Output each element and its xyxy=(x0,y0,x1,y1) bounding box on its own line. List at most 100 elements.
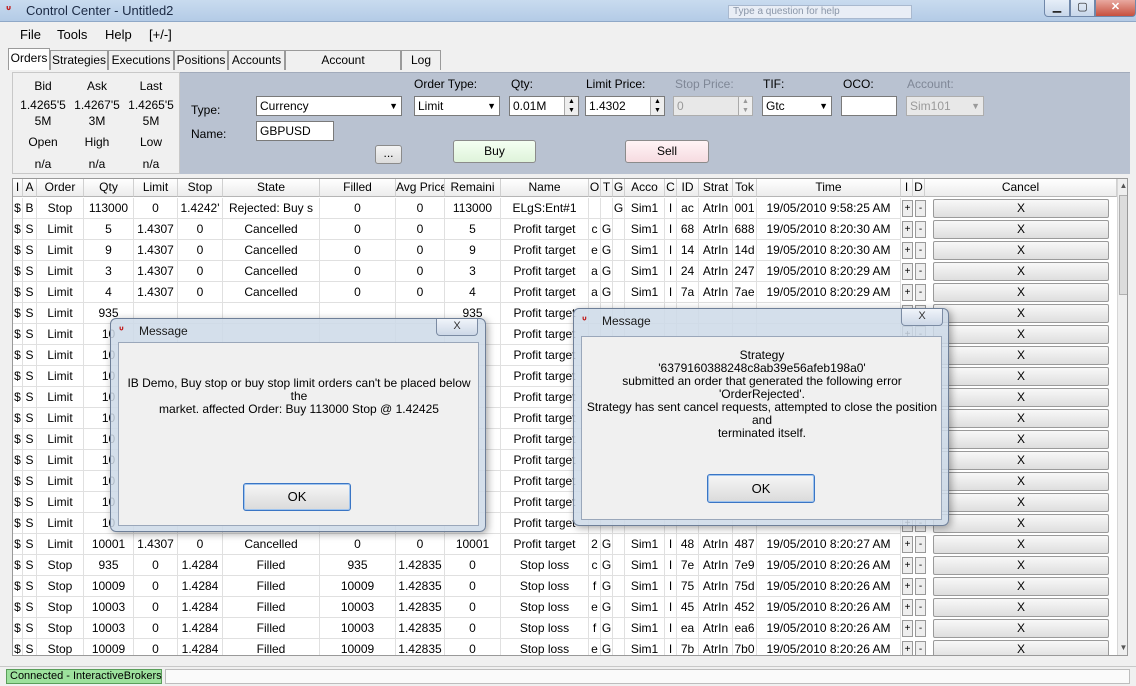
column-header[interactable]: Cancel xyxy=(925,179,1117,197)
cancel-order-button[interactable]: X xyxy=(933,598,1109,617)
menu-expand-toggle[interactable]: [+/-] xyxy=(149,27,172,42)
decrease-button[interactable]: - xyxy=(915,263,926,280)
column-header[interactable]: O xyxy=(589,179,601,197)
column-header[interactable]: State xyxy=(223,179,320,197)
cancel-order-button[interactable]: X xyxy=(933,619,1109,638)
menu-file[interactable]: File xyxy=(20,27,41,42)
increase-button[interactable]: + xyxy=(902,557,913,574)
cancel-order-button[interactable]: X xyxy=(933,409,1109,428)
table-row[interactable]: $ S Stop 10003 0 1.4284 Filled 10003 1.42835 0 Sto… xyxy=(13,618,1117,639)
column-header[interactable]: I xyxy=(13,179,23,197)
table-row[interactable]: $ S Stop 10009 0 1.4284 Filled 10009 1.42835 0 Sto… xyxy=(13,639,1117,655)
increase-button[interactable]: + xyxy=(902,242,913,259)
tif-select[interactable]: Gtc ▼ xyxy=(762,96,832,116)
column-header[interactable]: T xyxy=(601,179,613,197)
cancel-order-button[interactable]: X xyxy=(933,220,1109,239)
column-header[interactable]: Acco xyxy=(625,179,665,197)
decrease-button[interactable]: - xyxy=(915,599,926,616)
ok-button[interactable]: OK xyxy=(707,474,815,503)
table-row[interactable]: $ S Stop 10009 0 1.4284 Filled 10009 1.42835 0 Sto… xyxy=(13,576,1117,597)
menu-tools[interactable]: Tools xyxy=(57,27,87,42)
column-header[interactable]: Order xyxy=(37,179,84,197)
grid-vertical-scrollbar[interactable]: ▲ ▼ xyxy=(1117,179,1127,655)
cancel-order-button[interactable]: X xyxy=(933,325,1109,344)
ok-button[interactable]: OK xyxy=(243,483,351,511)
cancel-order-button[interactable]: X xyxy=(933,640,1109,655)
increase-button[interactable]: + xyxy=(902,284,913,301)
decrease-button[interactable]: - xyxy=(915,221,926,238)
decrease-button[interactable]: - xyxy=(915,557,926,574)
column-header[interactable]: I xyxy=(901,179,913,197)
table-row[interactable]: $ B Stop 113000 0 1.4242' Rejected: Buy s 0 0 113… xyxy=(13,198,1117,219)
table-row[interactable]: $ S Limit 5 1.4307 0 Cancelled 0 0 5 Profit target… xyxy=(13,219,1117,240)
column-header[interactable]: Stop xyxy=(178,179,223,197)
increase-button[interactable]: + xyxy=(902,263,913,280)
cancel-order-button[interactable]: X xyxy=(933,535,1109,554)
column-header[interactable]: C xyxy=(665,179,677,197)
column-header[interactable]: Name xyxy=(501,179,589,197)
column-header[interactable]: Tok xyxy=(733,179,757,197)
buy-button[interactable]: Buy xyxy=(453,140,536,163)
instrument-picker-button[interactable]: ... xyxy=(375,145,402,164)
column-header[interactable]: G xyxy=(613,179,625,197)
tab-accounts[interactable]: Accounts xyxy=(228,50,285,70)
cancel-order-button[interactable]: X xyxy=(933,556,1109,575)
increase-button[interactable]: + xyxy=(902,620,913,637)
table-row[interactable]: $ S Limit 3 1.4307 0 Cancelled 0 0 3 Profit target… xyxy=(13,261,1117,282)
increase-button[interactable]: + xyxy=(902,641,913,655)
type-select[interactable]: Currency ▼ xyxy=(256,96,402,116)
minimize-button[interactable]: ▁ xyxy=(1044,0,1070,17)
column-header[interactable]: Time xyxy=(757,179,901,197)
dialog-close-button[interactable]: X xyxy=(436,319,478,336)
oco-input[interactable] xyxy=(841,96,897,116)
column-header[interactable]: Qty xyxy=(84,179,134,197)
cancel-order-button[interactable]: X xyxy=(933,346,1109,365)
close-button[interactable]: ✕ xyxy=(1095,0,1136,17)
spin-arrows-icon[interactable]: ▲ ▼ xyxy=(650,97,664,115)
cancel-order-button[interactable]: X xyxy=(933,262,1109,281)
tab-strategies[interactable]: Strategies xyxy=(50,50,108,70)
name-input[interactable]: GBPUSD xyxy=(256,121,334,141)
cancel-order-button[interactable]: X xyxy=(933,241,1109,260)
cancel-order-button[interactable]: X xyxy=(933,367,1109,386)
table-row[interactable]: $ S Stop 935 0 1.4284 Filled 935 1.42835 0 Stop lo… xyxy=(13,555,1117,576)
tab-log[interactable]: Log xyxy=(401,50,441,70)
increase-button[interactable]: + xyxy=(902,536,913,553)
increase-button[interactable]: + xyxy=(902,221,913,238)
column-header[interactable]: Strat xyxy=(699,179,733,197)
cancel-order-button[interactable]: X xyxy=(933,514,1109,533)
tab-orders[interactable]: Orders xyxy=(8,48,50,70)
decrease-button[interactable]: - xyxy=(915,536,926,553)
help-search-input[interactable]: Type a question for help xyxy=(728,5,912,19)
decrease-button[interactable]: - xyxy=(915,641,926,655)
maximize-button[interactable]: ▢ xyxy=(1070,0,1095,17)
cancel-order-button[interactable]: X xyxy=(933,430,1109,449)
column-header[interactable]: ID xyxy=(677,179,699,197)
spin-arrows-icon[interactable]: ▲ ▼ xyxy=(564,97,578,115)
increase-button[interactable]: + xyxy=(902,200,913,217)
table-row[interactable]: $ S Stop 10003 0 1.4284 Filled 10003 1.42835 0 Sto… xyxy=(13,597,1117,618)
decrease-button[interactable]: - xyxy=(915,620,926,637)
cancel-order-button[interactable]: X xyxy=(933,451,1109,470)
order-type-select[interactable]: Limit ▼ xyxy=(414,96,500,116)
column-header[interactable]: Avg Price xyxy=(396,179,445,197)
menu-help[interactable]: Help xyxy=(105,27,132,42)
qty-stepper[interactable]: 0.01M ▲ ▼ xyxy=(509,96,579,116)
column-header[interactable]: Filled xyxy=(320,179,396,197)
limit-price-stepper[interactable]: 1.4302 ▲ ▼ xyxy=(585,96,665,116)
cancel-order-button[interactable]: X xyxy=(933,493,1109,512)
table-row[interactable]: $ S Limit 9 1.4307 0 Cancelled 0 0 9 Profit target… xyxy=(13,240,1117,261)
column-header[interactable]: Remaini xyxy=(445,179,501,197)
cancel-order-button[interactable]: X xyxy=(933,472,1109,491)
cancel-order-button[interactable]: X xyxy=(933,577,1109,596)
increase-button[interactable]: + xyxy=(902,578,913,595)
cancel-order-button[interactable]: X xyxy=(933,304,1109,323)
decrease-button[interactable]: - xyxy=(915,284,926,301)
tab-positions[interactable]: Positions xyxy=(174,50,228,70)
increase-button[interactable]: + xyxy=(902,599,913,616)
tab-account-performance[interactable]: Account Performance xyxy=(285,50,401,86)
decrease-button[interactable]: - xyxy=(915,200,926,217)
table-row[interactable]: $ S Limit 10001 1.4307 0 Cancelled 0 0 10001 Profi… xyxy=(13,534,1117,555)
dialog-close-button[interactable]: X xyxy=(901,309,943,326)
table-row[interactable]: $ S Limit 4 1.4307 0 Cancelled 0 0 4 Profit target… xyxy=(13,282,1117,303)
